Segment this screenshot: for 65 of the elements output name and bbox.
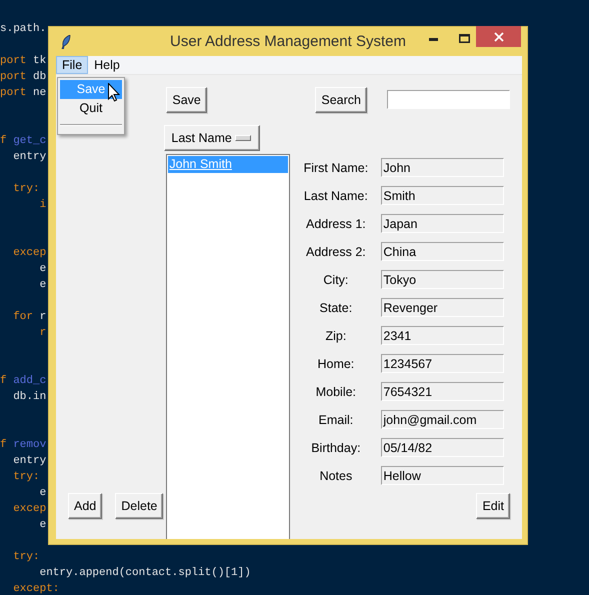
code-line: port db xyxy=(0,70,46,85)
field-label: Address 1: xyxy=(305,216,367,230)
field-label: First Name: xyxy=(302,160,370,174)
code-line: e xyxy=(38,278,46,293)
field-label: City: xyxy=(322,272,350,286)
code-line: f remov xyxy=(0,438,46,453)
maximize-icon[interactable] xyxy=(459,34,470,43)
code-line: f get_c xyxy=(0,134,46,149)
field-label: Birthday: xyxy=(310,440,362,454)
window-title: User Address Management System xyxy=(169,33,407,50)
mouse-pointer-icon xyxy=(108,83,120,102)
field-input[interactable]: 1234567 xyxy=(381,354,504,373)
field-input[interactable]: China xyxy=(381,242,504,261)
search-button[interactable]: Search xyxy=(315,87,367,113)
code-line: e xyxy=(38,262,46,277)
code-line: try: xyxy=(12,470,40,485)
field-label: State: xyxy=(318,300,354,314)
field-label: Email: xyxy=(318,412,354,426)
field-label: Mobile: xyxy=(314,384,358,398)
code-line: except: xyxy=(12,582,60,595)
close-icon xyxy=(494,32,504,42)
code-line: port tk xyxy=(0,54,46,69)
code-line: try: xyxy=(12,182,40,197)
close-button[interactable] xyxy=(476,26,521,47)
field-label: Last Name: xyxy=(302,188,369,202)
save-button[interactable]: Save xyxy=(166,87,207,113)
code-line: entry xyxy=(12,454,46,469)
edit-button[interactable]: Edit xyxy=(476,493,510,519)
field-input[interactable]: Tokyo xyxy=(381,270,504,289)
field-input[interactable]: Revenger xyxy=(381,298,504,317)
field-input[interactable]: 2341 xyxy=(381,326,504,345)
code-line: s.path. xyxy=(0,22,46,37)
field-input[interactable]: John xyxy=(381,158,504,177)
code-line: excep xyxy=(12,246,46,261)
code-line: excep xyxy=(12,502,46,517)
field-label: Zip: xyxy=(324,328,348,342)
code-line: i xyxy=(38,198,46,213)
code-line: try: xyxy=(12,550,40,565)
sort-dropdown[interactable]: Last Name xyxy=(164,125,260,151)
code-line: e xyxy=(38,518,46,533)
add-button[interactable]: Add xyxy=(68,493,102,519)
field-input[interactable]: Smith xyxy=(381,186,504,205)
field-input[interactable]: john@gmail.com xyxy=(381,410,504,429)
code-line: entry.append(contact.split()[1]) xyxy=(38,566,251,581)
field-label: Home: xyxy=(316,356,356,370)
code-line: e xyxy=(38,486,46,501)
delete-button[interactable]: Delete xyxy=(115,493,164,519)
menu-item[interactable]: File xyxy=(56,56,88,74)
field-label: Address 2: xyxy=(305,244,367,258)
code-line: r xyxy=(38,326,46,341)
code-line: port ne xyxy=(0,86,46,101)
menu-option[interactable]: Quit xyxy=(60,99,122,118)
field-input[interactable]: 05/14/82 xyxy=(381,438,504,457)
field-input[interactable]: Japan xyxy=(381,214,504,233)
field-label: Notes xyxy=(318,468,354,482)
feather-icon xyxy=(61,35,71,49)
code-line: db.in xyxy=(12,390,46,405)
code-line: entry xyxy=(12,150,46,165)
field-input[interactable]: 7654321 xyxy=(381,382,504,401)
code-line: for r xyxy=(12,310,46,325)
menu-item[interactable]: Help xyxy=(88,56,126,74)
code-line: f add_c xyxy=(0,374,46,389)
dropdown-indicator-icon xyxy=(235,135,252,141)
field-input[interactable]: Hellow xyxy=(381,466,504,485)
search-field[interactable] xyxy=(387,90,510,109)
